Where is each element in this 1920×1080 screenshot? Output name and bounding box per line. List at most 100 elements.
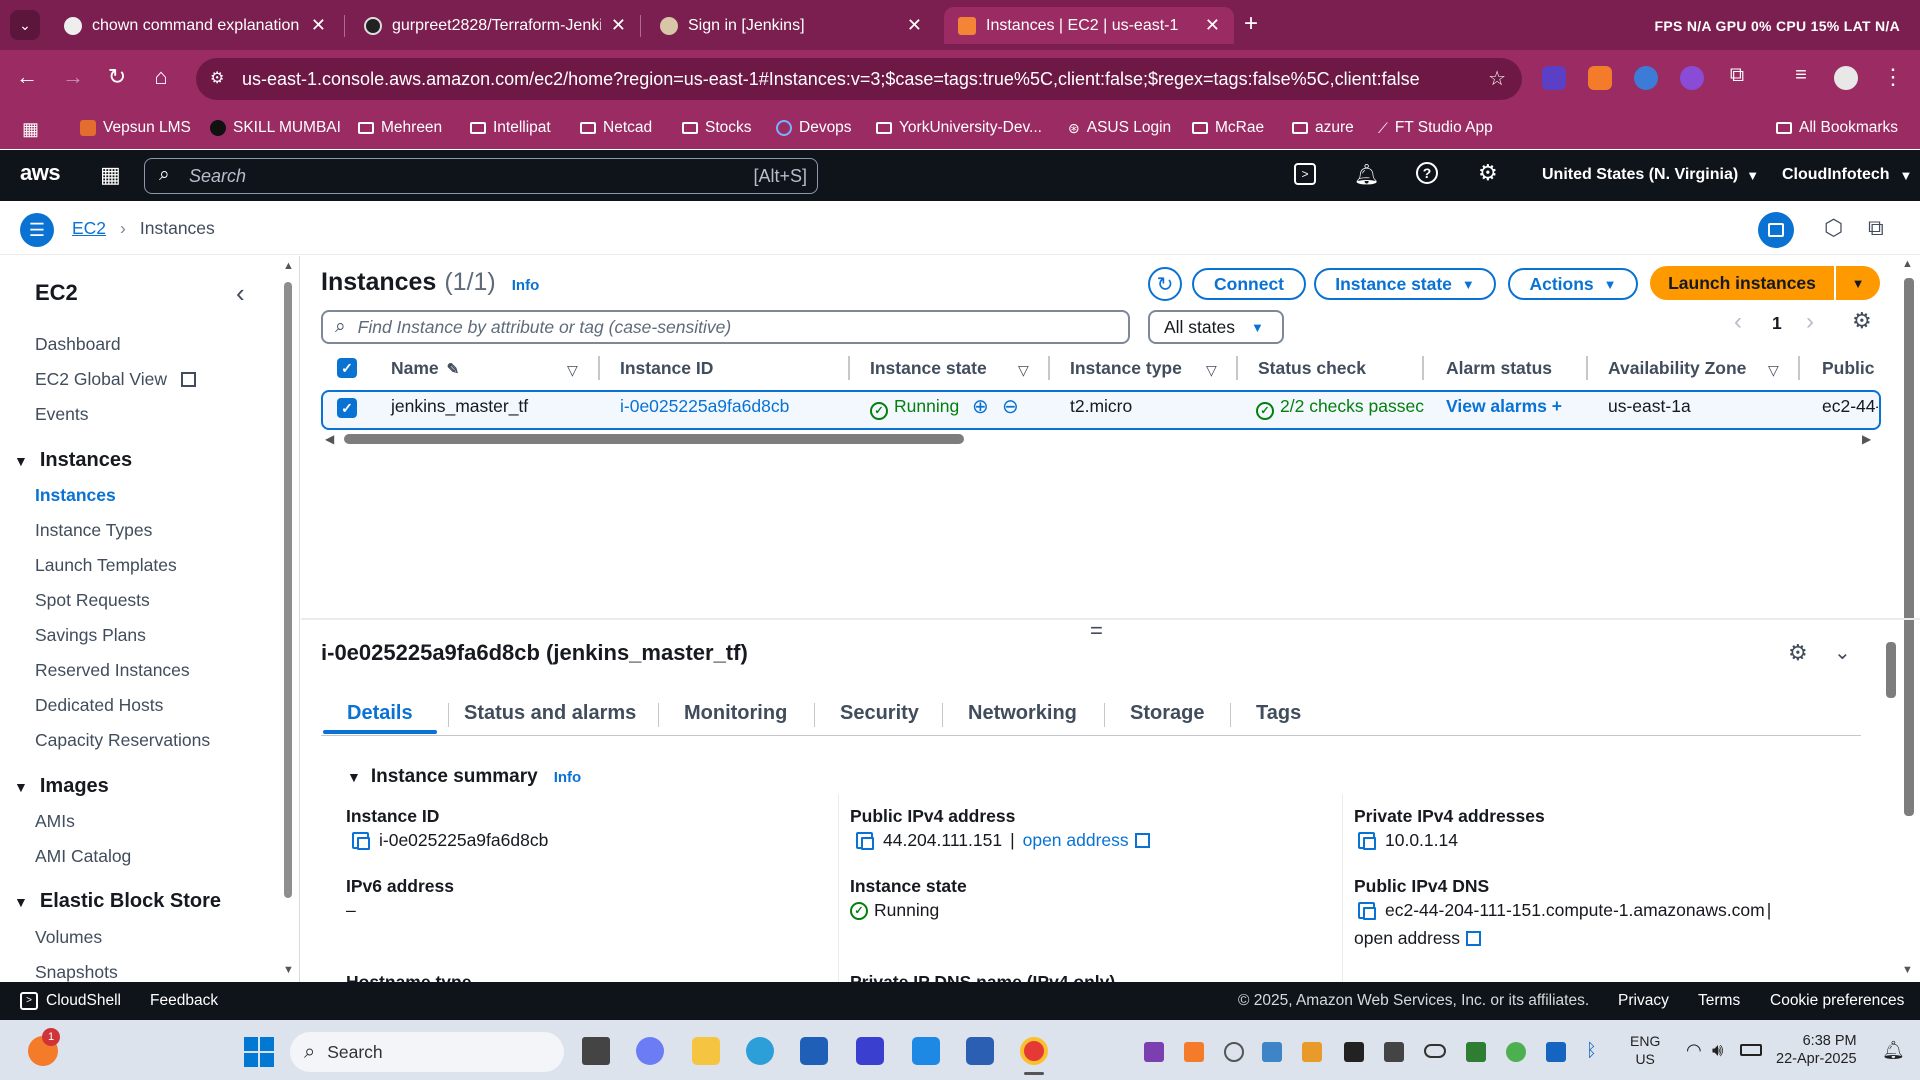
scroll-up-icon[interactable]: ▲ [283,260,294,272]
bookmark-item[interactable]: Stocks [682,119,752,137]
profile-avatar[interactable] [1834,66,1858,90]
bookmark-item[interactable]: Devops [776,119,852,137]
zoom-out-icon[interactable]: ⊖ [1002,394,1019,419]
language-indicator[interactable]: ENG US [1630,1032,1660,1068]
region-selector[interactable]: United States (N. Virginia) ▼ [1542,166,1759,184]
forward-arrow-icon[interactable]: → [58,64,88,90]
sidebar-item-reserved-instances[interactable]: Reserved Instances [35,660,190,681]
column-divider[interactable] [1236,356,1238,380]
column-header-instance-state[interactable]: Instance state [870,358,987,379]
prev-page-icon[interactable]: ‹ [1734,308,1742,336]
tab-networking[interactable]: Networking [968,702,1077,725]
next-page-icon[interactable]: › [1806,308,1814,336]
cell-instance-id-link[interactable]: i-0e025225a9fa6d8cb [620,396,789,417]
onenote-icon[interactable] [1144,1042,1164,1062]
extension-icon[interactable] [1634,66,1658,90]
sidebar-scrollbar[interactable] [284,282,292,898]
close-icon[interactable]: ✕ [1205,15,1220,36]
table-horizontal-scrollbar[interactable] [344,434,964,444]
screen-share-icon[interactable]: ⧉ [1868,215,1884,241]
aws-logo[interactable]: aws [20,160,61,186]
sidebar-section-ebs[interactable]: ▼ Elastic Block Store [14,890,221,913]
bluetooth-icon[interactable]: ᛒ [1586,1040,1597,1061]
sidebar-item-savings-plans[interactable]: Savings Plans [35,625,146,646]
tray-app-icon[interactable] [1262,1042,1282,1062]
main-scrollbar[interactable] [1904,278,1914,816]
tray-app-icon[interactable] [1224,1042,1244,1062]
sidebar-item-spot-requests[interactable]: Spot Requests [35,590,150,611]
tab-details[interactable]: Details [347,702,413,725]
extension-icon[interactable] [1588,66,1612,90]
taskbar-search-box[interactable]: ⌕ Search [290,1032,564,1072]
split-panel-divider[interactable] [301,618,1920,620]
column-header-name[interactable]: Name ✎ [391,358,459,379]
sort-filter-icon[interactable]: ▽ [1768,362,1779,379]
account-menu[interactable]: CloudInfotech ▼ [1782,166,1912,184]
scroll-down-icon[interactable]: ▼ [1902,964,1913,976]
tray-app-icon[interactable] [1184,1042,1204,1062]
collapse-sidebar-icon[interactable]: ‹ [236,278,245,309]
tab-status-and-alarms[interactable]: Status and alarms [464,702,636,725]
bookmark-item[interactable]: Vepsun LMS [80,119,191,137]
bookmark-item[interactable]: ⟋ FT Studio App [1378,119,1493,137]
cloudshell-icon[interactable]: > [1294,163,1316,185]
sort-filter-icon[interactable]: ▽ [1018,362,1029,379]
aws-search-input[interactable]: ⌕ Search [Alt+S] [144,158,818,194]
copy-icon[interactable] [1358,902,1376,920]
details-settings-gear-icon[interactable]: ⚙ [1788,640,1808,666]
bookmark-item[interactable]: Intellipat [470,119,551,137]
column-divider[interactable] [1798,356,1800,380]
close-icon[interactable]: ✕ [907,15,922,36]
media-controls-icon[interactable]: ≡ [1786,64,1816,87]
bookmark-item[interactable]: azure [1292,119,1354,137]
vscode-icon[interactable] [912,1037,940,1065]
tray-app-icon[interactable] [1384,1042,1404,1062]
actions-button[interactable]: Actions ▼ [1508,268,1638,300]
launch-instances-button[interactable]: Launch instances [1650,266,1834,300]
scroll-up-icon[interactable]: ▲ [1902,258,1913,270]
cloud-icon[interactable] [1424,1044,1446,1058]
page-number[interactable]: 1 [1772,313,1782,334]
browser-menu-icon[interactable]: ⋮ [1878,64,1908,90]
info-link[interactable]: Info [554,769,582,786]
table-settings-gear-icon[interactable]: ⚙ [1852,308,1872,334]
notifications-bell-icon[interactable]: 🔔︎ [1354,162,1379,187]
bookmark-item[interactable]: Mehreen [358,119,442,137]
hamburger-menu-button[interactable]: ☰ [20,213,54,247]
resize-handle-icon[interactable]: = [1090,618,1103,644]
bookmark-item[interactable]: ⊛ ASUS Login [1068,119,1171,137]
sidebar-item-launch-templates[interactable]: Launch Templates [35,555,177,576]
terms-link[interactable]: Terms [1698,992,1740,1010]
clock[interactable]: 6:38 PM 22-Apr-2025 [1776,1032,1857,1068]
column-header-alarm-status[interactable]: Alarm status [1446,358,1552,379]
new-tab-button[interactable]: + [1244,10,1258,38]
file-explorer-icon[interactable] [692,1037,720,1065]
column-divider[interactable] [1586,356,1588,380]
panel-toggle-icon[interactable] [1758,212,1794,248]
instance-summary-toggle[interactable]: ▼ Instance summary Info [347,766,581,788]
cookie-preferences-link[interactable]: Cookie preferences [1770,992,1904,1010]
copy-icon[interactable] [1358,832,1376,850]
back-arrow-icon[interactable]: ← [12,64,42,90]
copy-icon[interactable] [352,832,370,850]
chrome-icon[interactable] [1020,1037,1048,1065]
copilot-icon[interactable] [636,1037,664,1065]
tray-app-icon[interactable] [1302,1042,1322,1062]
column-divider[interactable] [598,356,600,380]
tab-storage[interactable]: Storage [1130,702,1204,725]
address-bar[interactable]: ⚙ us-east-1.console.aws.amazon.com/ec2/h… [196,58,1522,100]
open-address-link-2[interactable]: open address [1354,928,1482,949]
sort-filter-icon[interactable]: ▽ [1206,362,1217,379]
scroll-down-icon[interactable]: ▼ [283,964,294,976]
tab-tags[interactable]: Tags [1256,702,1301,725]
column-header-instance-id[interactable]: Instance ID [620,358,713,379]
tab-security[interactable]: Security [840,702,919,725]
view-alarms-link[interactable]: View alarms + [1446,396,1562,417]
sidebar-item-amis[interactable]: AMIs [35,811,75,832]
all-bookmarks[interactable]: All Bookmarks [1776,119,1898,137]
breadcrumb-ec2-link[interactable]: EC2 [72,218,106,239]
sidebar-item-global-view[interactable]: EC2 Global View [35,369,196,390]
reload-icon[interactable]: ↻ [102,64,132,90]
instance-state-button[interactable]: Instance state ▼ [1314,268,1496,300]
close-icon[interactable]: ✕ [311,15,326,36]
